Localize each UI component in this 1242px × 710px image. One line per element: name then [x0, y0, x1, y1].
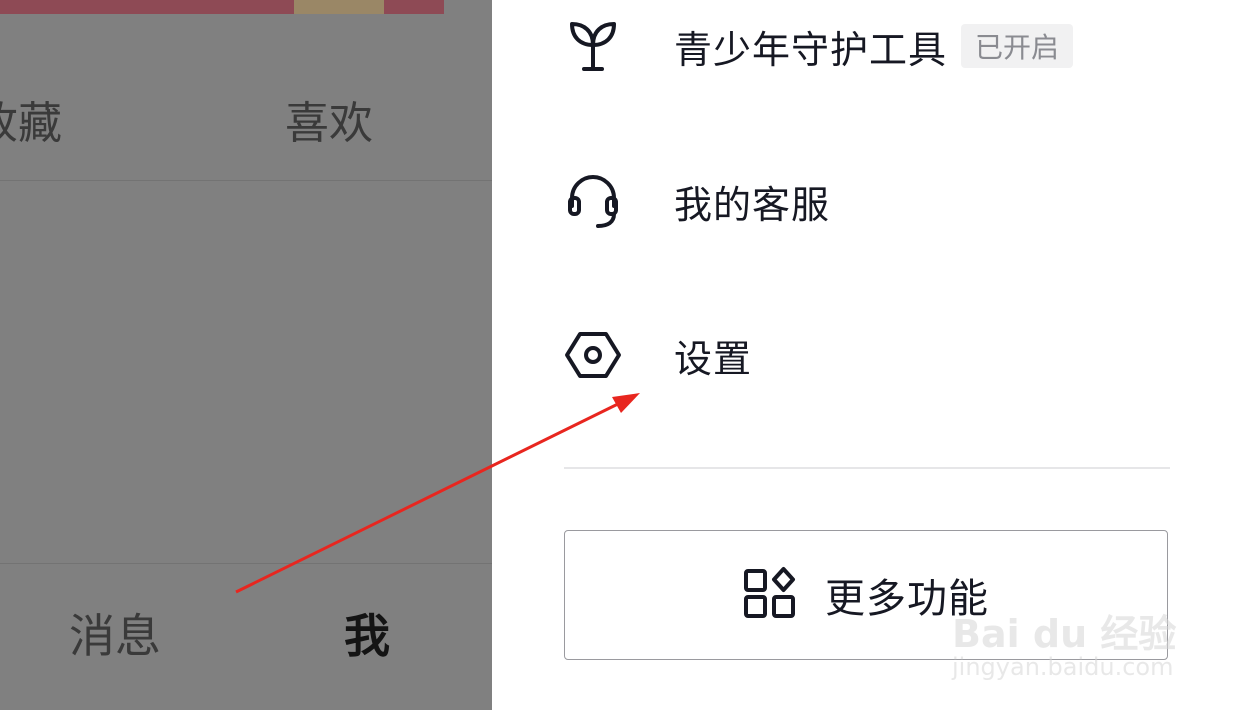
sprout-icon	[564, 17, 622, 75]
menu-item-label: 我的客服	[674, 182, 831, 227]
baidu-jingyan-watermark: Bai du 经验 jingyan.baidu.com	[952, 575, 1182, 685]
menu-item-settings[interactable]: 设置	[564, 326, 752, 384]
apps-grid-icon	[743, 566, 797, 624]
hexagon-gear-icon	[564, 326, 622, 384]
menu-item-label: 青少年守护工具	[674, 27, 948, 72]
menu-divider	[564, 467, 1170, 469]
background-page-dimmed: 收藏 喜欢 消息 我	[0, 0, 492, 710]
bottom-nav-divider	[0, 563, 492, 564]
menu-item-customer-service[interactable]: 我的客服	[564, 172, 830, 230]
status-badge: 已开启	[961, 24, 1074, 68]
menu-item-label: 设置	[674, 336, 753, 381]
watermark-url: jingyan.baidu.com	[952, 653, 1174, 681]
nav-me[interactable]: 我	[344, 606, 390, 666]
watermark-brand: Bai du 经验	[952, 612, 1177, 656]
profile-banner-image	[0, 0, 444, 14]
headset-icon	[564, 172, 622, 230]
tab-divider	[0, 180, 492, 181]
menu-item-youth-protection[interactable]: 青少年守护工具 已开启	[564, 17, 1074, 75]
tab-collect[interactable]: 收藏	[0, 96, 62, 152]
nav-messages[interactable]: 消息	[69, 606, 161, 666]
tab-like[interactable]: 喜欢	[285, 96, 373, 152]
